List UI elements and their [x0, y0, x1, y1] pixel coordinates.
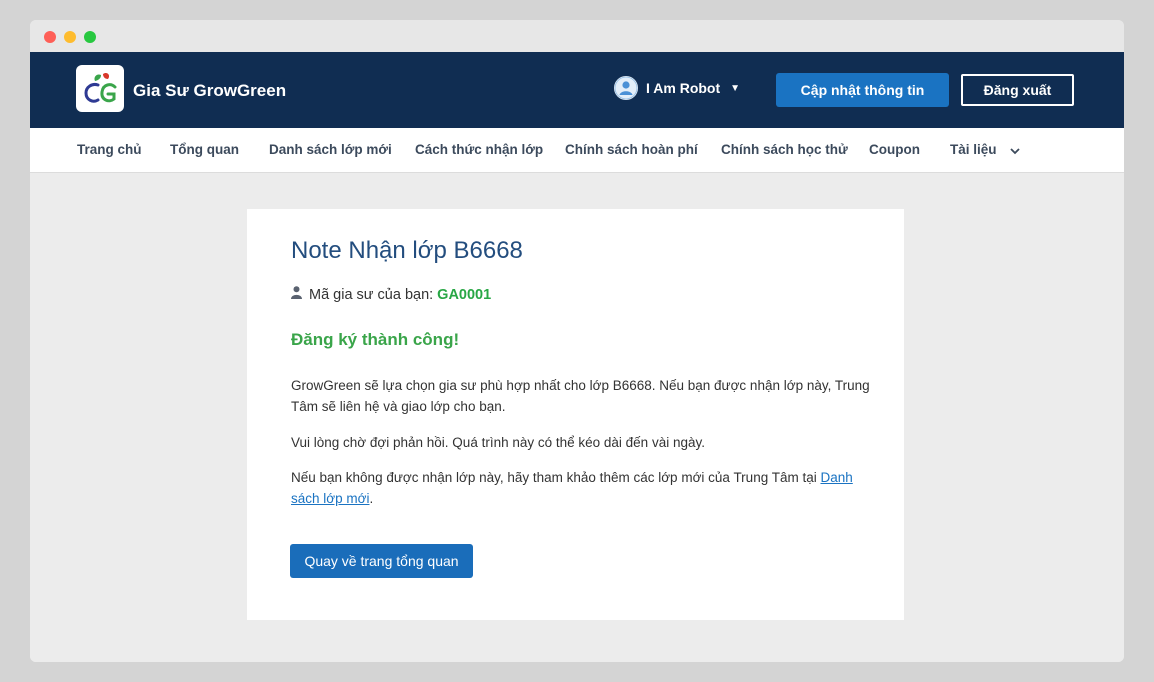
brand-name[interactable]: Gia Sư GrowGreen — [133, 81, 286, 101]
user-icon — [291, 286, 302, 303]
update-info-button[interactable]: Cập nhật thông tin — [776, 73, 949, 107]
nav-item-new-classes[interactable]: Danh sách lớp mới — [269, 142, 392, 157]
user-avatar-icon — [614, 76, 638, 100]
info-paragraph-3: Nếu bạn không được nhận lớp này, hãy tha… — [291, 467, 871, 509]
tutor-code-row: Mã gia sư của bạn: GA0001 — [291, 286, 491, 303]
tutor-code-label: Mã gia sư của bạn: — [309, 286, 434, 303]
maximize-window-button[interactable] — [84, 31, 96, 43]
nav-item-overview[interactable]: Tổng quan — [170, 142, 239, 157]
close-window-button[interactable] — [44, 31, 56, 43]
page-content: Note Nhận lớp B6668 Mã gia sư của bạn: G… — [30, 173, 1124, 662]
user-name: I Am Robot — [646, 80, 721, 96]
caret-down-icon: ▼ — [730, 82, 741, 94]
nav-item-coupon[interactable]: Coupon — [869, 142, 920, 157]
main-nav: Trang chủ Tổng quan Danh sách lớp mới Cá… — [30, 128, 1124, 173]
logout-button[interactable]: Đăng xuất — [961, 74, 1074, 106]
back-to-overview-button[interactable]: Quay về trang tổng quan — [290, 544, 473, 578]
info-paragraph-3-text: Nếu bạn không được nhận lớp này, hãy tha… — [291, 470, 817, 485]
nav-item-home[interactable]: Trang chủ — [77, 142, 142, 157]
chevron-down-icon — [1010, 143, 1020, 158]
minimize-window-button[interactable] — [64, 31, 76, 43]
nav-item-trial-policy[interactable]: Chính sách học thử — [721, 142, 848, 157]
nav-item-how-to-receive[interactable]: Cách thức nhận lớp — [415, 142, 543, 157]
nav-item-documents-label: Tài liệu — [950, 142, 997, 157]
nav-item-documents[interactable]: Tài liệu — [950, 142, 1020, 158]
user-menu[interactable]: I Am Robot ▼ — [614, 76, 740, 100]
note-card: Note Nhận lớp B6668 Mã gia sư của bạn: G… — [247, 209, 904, 620]
info-paragraph-2: Vui lòng chờ đợi phản hồi. Quá trình này… — [291, 435, 705, 450]
growgreen-logo[interactable] — [76, 65, 124, 112]
nav-item-refund-policy[interactable]: Chính sách hoàn phí — [565, 142, 698, 157]
browser-window: Gia Sư GrowGreen I Am Robot ▼ Cập nhật t… — [30, 20, 1124, 662]
tutor-code-value: GA0001 — [437, 286, 492, 303]
title-bar — [30, 20, 1124, 52]
success-message: Đăng ký thành công! — [291, 330, 460, 349]
page-title: Note Nhận lớp B6668 — [291, 237, 523, 264]
top-header: Gia Sư GrowGreen I Am Robot ▼ Cập nhật t… — [30, 52, 1124, 128]
info-paragraph-3-end: . — [369, 491, 374, 506]
info-paragraph-1: GrowGreen sẽ lựa chọn gia sư phù hợp nhấ… — [291, 378, 870, 414]
